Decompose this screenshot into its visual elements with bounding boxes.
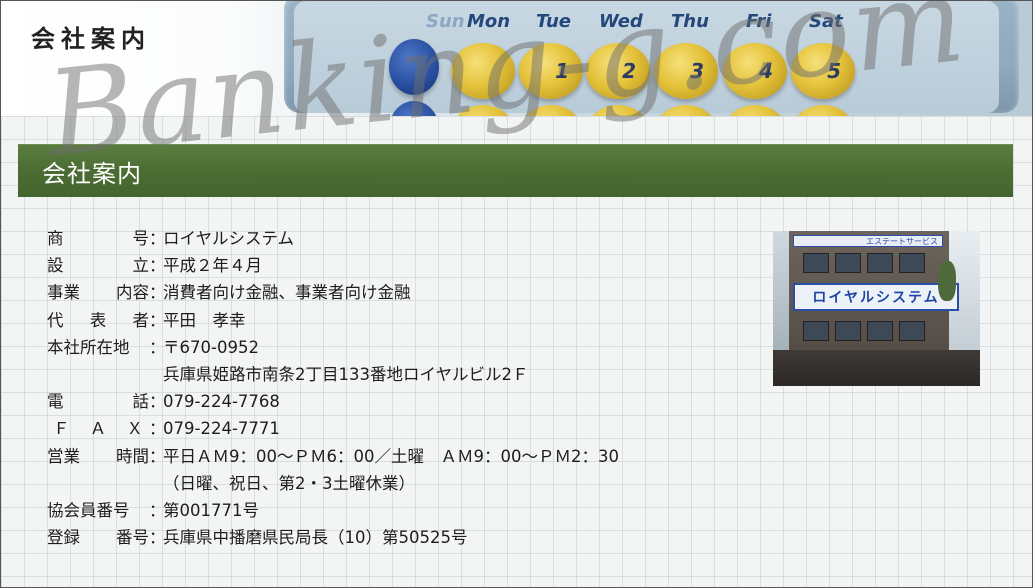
info-row-representative: 代表者 ： 平田 孝幸	[47, 307, 619, 334]
info-label: ＦＡＸ	[53, 419, 143, 439]
page-frame: Sun Mon Tue Wed Thu Fri Sat 1 2 3 4 5 会社…	[0, 0, 1033, 588]
info-value: 079-224-7771	[163, 419, 280, 439]
company-info-list: 商号 ： ロイヤルシステム 設立 ： 平成２年４月 事業 内容 ： 消費者向け金融…	[47, 225, 619, 551]
building-sign-main: ロイヤルシステム	[793, 283, 959, 311]
calendar-day-mon: Mon	[467, 11, 511, 32]
info-value: 079-224-7768	[163, 392, 280, 412]
info-value: 兵庫県中播磨県民局長（10）第50525号	[163, 528, 468, 548]
calendar-dot-blank-2	[451, 43, 515, 99]
info-label: 営業 時間	[47, 446, 149, 466]
info-row-hours: 営業 時間 ： 平日ＡＭ9：00～ＰＭ6：00／土曜 ＡＭ9：00～ＰＭ2：30	[47, 443, 619, 470]
info-label: 事業 内容	[47, 283, 149, 303]
calendar-dot-3: 3	[654, 43, 718, 99]
calendar-dot-blank	[389, 39, 439, 95]
calendar-day-wed: Wed	[599, 11, 643, 32]
info-row-business: 事業 内容 ： 消費者向け金融、事業者向け金融	[47, 279, 619, 306]
calendar-dot-1: 1	[519, 43, 583, 99]
calendar-day-sat: Sat	[809, 11, 843, 32]
info-row-association-number: 協会員番号 ： 第001771号	[47, 497, 619, 524]
info-label: 本社所在地	[47, 337, 130, 357]
info-label: 設立	[47, 256, 149, 276]
info-row-established: 設立 ： 平成２年４月	[47, 252, 619, 279]
header-hero-image: Sun Mon Tue Wed Thu Fri Sat 1 2 3 4 5 会社…	[1, 1, 1032, 116]
info-value: 兵庫県姫路市南条2丁目133番地ロイヤルビル2Ｆ	[163, 364, 529, 384]
info-value: 消費者向け金融、事業者向け金融	[163, 283, 411, 303]
info-value: 第001771号	[163, 500, 259, 520]
section-title: 会社案内	[42, 160, 142, 188]
building-photo: エステートサービス ロイヤルシステム	[773, 231, 980, 386]
info-label: 代表者	[47, 310, 149, 330]
info-value: 〒670-0952	[163, 337, 259, 357]
info-value: 平田 孝幸	[163, 310, 246, 330]
info-label: 電話	[47, 392, 149, 412]
info-value: ロイヤルシステム	[163, 229, 295, 248]
info-label: 商号	[47, 229, 149, 248]
info-row-trade-name: 商号 ： ロイヤルシステム	[47, 225, 619, 252]
calendar-day-thu: Thu	[671, 11, 709, 32]
info-label: 協会員番号	[47, 500, 130, 520]
calendar-dot-5: 5	[791, 43, 855, 99]
info-row-fax: ＦＡＸ ： 079-224-7771	[47, 415, 619, 442]
info-value: （日曜、祝日、第2・3土曜休業）	[163, 473, 415, 493]
info-value: 平日ＡＭ9：00～ＰＭ6：00／土曜 ＡＭ9：00～ＰＭ2：30	[163, 446, 619, 466]
info-row-holidays: （日曜、祝日、第2・3土曜休業）	[47, 470, 619, 497]
calendar-day-sun: Sun	[426, 11, 465, 32]
info-row-head-office: 本社所在地 ： 〒670-0952	[47, 334, 619, 361]
calendar-dot-2: 2	[586, 43, 650, 99]
building-sign-top: エステートサービス	[793, 235, 943, 247]
info-row-registration-number: 登録 番号 ： 兵庫県中播磨県民局長（10）第50525号	[47, 524, 619, 551]
calendar-day-tue: Tue	[536, 11, 571, 32]
info-label: 登録 番号	[47, 528, 149, 548]
page-title: 会社案内	[31, 25, 151, 53]
info-value: 平成２年４月	[163, 256, 262, 276]
info-row-address: 兵庫県姫路市南条2丁目133番地ロイヤルビル2Ｆ	[47, 361, 619, 388]
info-row-phone: 電話 ： 079-224-7768	[47, 388, 619, 415]
calendar-day-fri: Fri	[746, 11, 772, 32]
section-header-band: 会社案内	[18, 144, 1013, 197]
calendar-dot-4: 4	[723, 43, 787, 99]
